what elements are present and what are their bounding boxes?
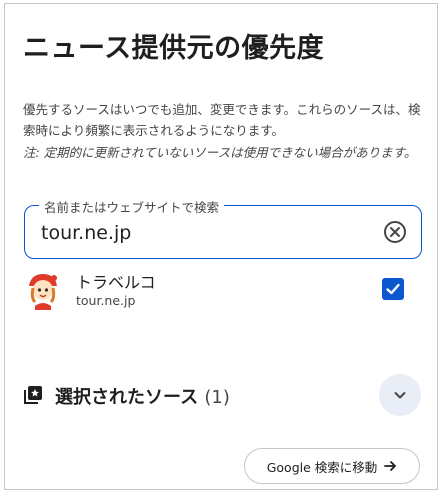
go-to-google-search-label: Google 検索に移動: [266, 459, 378, 475]
search-field[interactable]: 名前またはウェブサイトで検索: [24, 197, 422, 259]
expand-selected-button[interactable]: [379, 374, 421, 416]
selected-sources-section[interactable]: 選択されたソース (1): [23, 374, 423, 416]
list-item[interactable]: トラベルコ tour.ne.jp: [23, 266, 423, 314]
source-domain: tour.ne.jp: [76, 293, 136, 308]
source-checkbox[interactable]: [382, 278, 404, 300]
go-to-google-search-button[interactable]: Google 検索に移動: [244, 448, 420, 484]
source-preferences-panel: ニュース提供元の優先度 優先するソースはいつでも追加、変更できます。これらのソー…: [4, 3, 438, 490]
description-text: 優先するソースはいつでも追加、変更できます。これらのソースは、検索時により頻繁に…: [23, 102, 421, 138]
check-icon: [386, 283, 400, 295]
chevron-down-icon: [394, 392, 406, 399]
selected-sources-title: 選択されたソース: [55, 387, 199, 408]
source-name: トラベルコ: [76, 273, 156, 292]
selected-sources-label: 選択されたソース (1): [55, 383, 230, 409]
close-circle-icon: [384, 221, 406, 243]
mascot-avatar: [29, 274, 57, 310]
search-field-label: 名前またはウェブサイトで検索: [39, 197, 225, 216]
selected-sources-icon: [24, 386, 42, 404]
arrow-right-icon: [384, 461, 397, 471]
selected-count: (1): [204, 387, 230, 408]
note-text: 注: 定期的に更新されていないソースは使用できない場合があります。: [23, 145, 417, 160]
clear-search-button[interactable]: [381, 218, 409, 246]
search-input[interactable]: [41, 218, 361, 248]
page-title: ニュース提供元の優先度: [23, 33, 325, 64]
